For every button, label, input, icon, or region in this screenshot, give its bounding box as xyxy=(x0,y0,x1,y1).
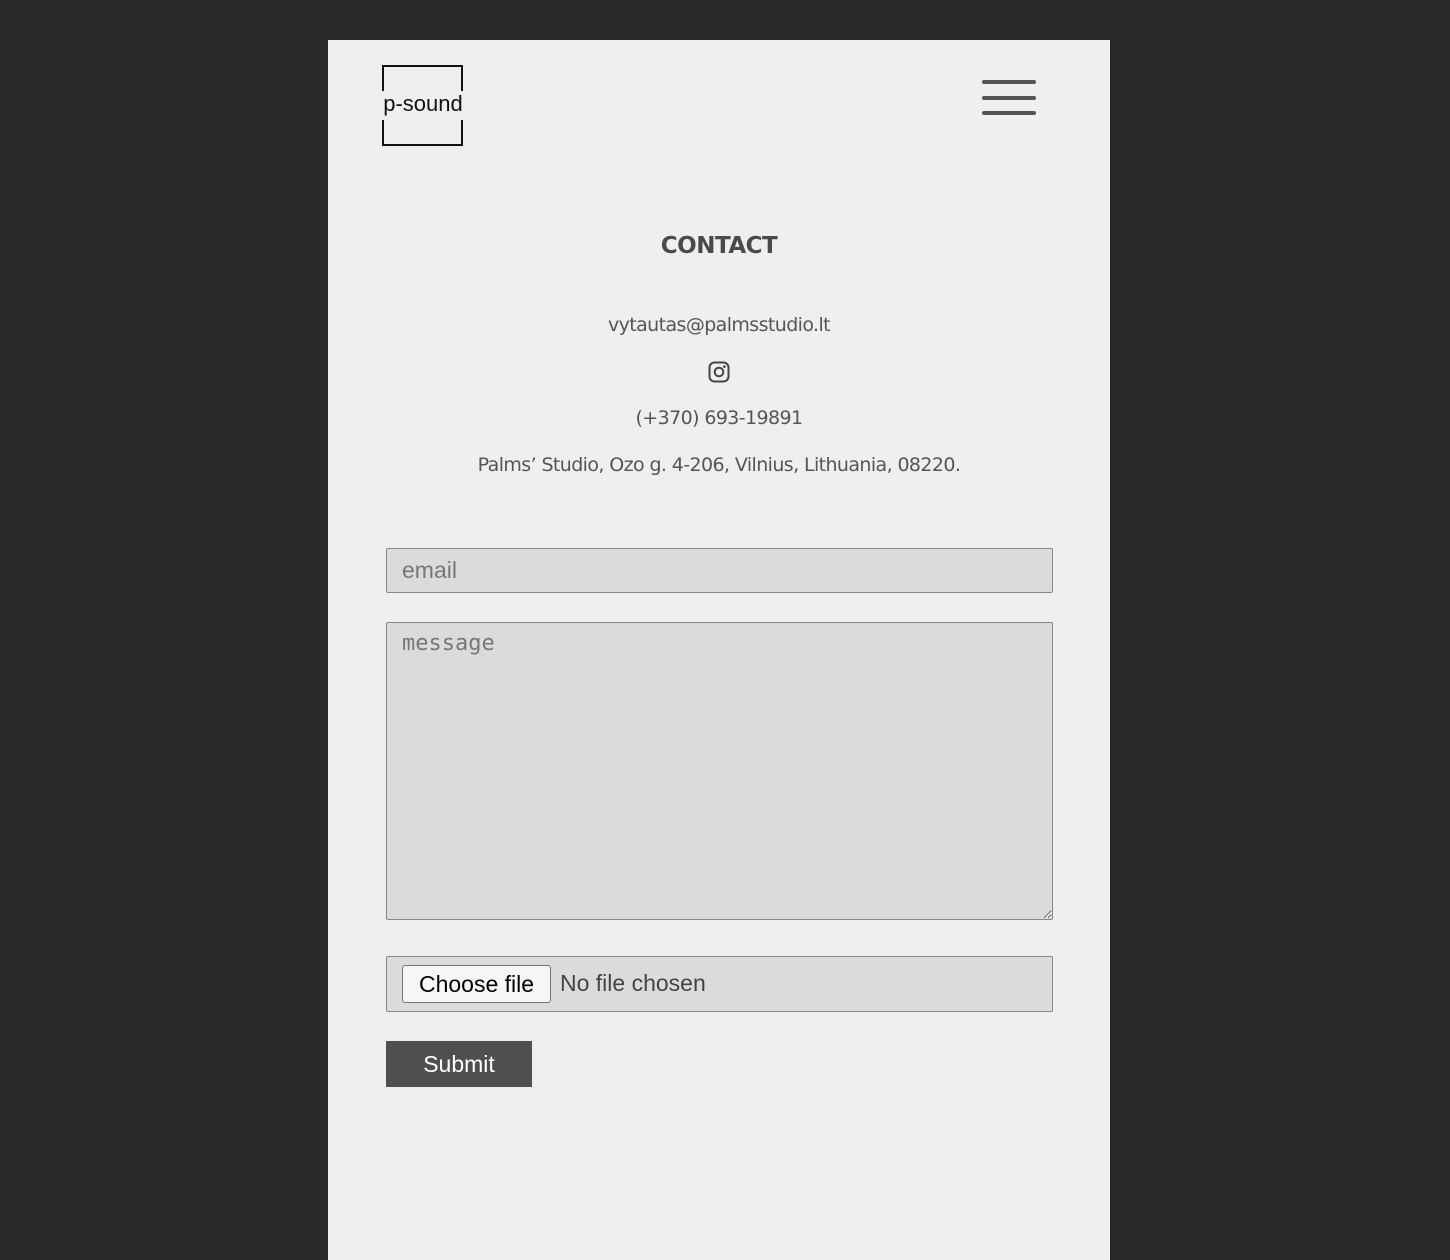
instagram-icon xyxy=(708,361,730,383)
page-title: CONTACT xyxy=(660,233,778,259)
instagram-link[interactable] xyxy=(708,361,730,383)
logo-frame-top xyxy=(382,65,463,91)
message-field[interactable] xyxy=(386,622,1053,920)
file-status-text: No file chosen xyxy=(560,970,706,996)
submit-button[interactable]: Submit xyxy=(386,1041,532,1087)
site-logo[interactable]: p-sound xyxy=(380,65,466,146)
logo-text: p-sound xyxy=(380,91,466,117)
logo-frame-bottom xyxy=(382,120,463,146)
file-upload[interactable]: Choose file No file chosen xyxy=(386,956,1053,1012)
choose-file-button[interactable]: Choose file xyxy=(402,965,551,1003)
contact-address: Palms’ Studio, Ozo g. 4-206, Vilnius, Li… xyxy=(477,454,961,476)
contact-phone[interactable]: (+370) 693-19891 xyxy=(328,407,1110,429)
page-container: p-sound CONTACT vytautas@palmsstudio.lt … xyxy=(328,40,1110,1260)
email-field[interactable] xyxy=(386,548,1053,593)
contact-email[interactable]: vytautas@palmsstudio.lt xyxy=(328,314,1110,336)
hamburger-menu-button[interactable] xyxy=(980,79,1038,117)
